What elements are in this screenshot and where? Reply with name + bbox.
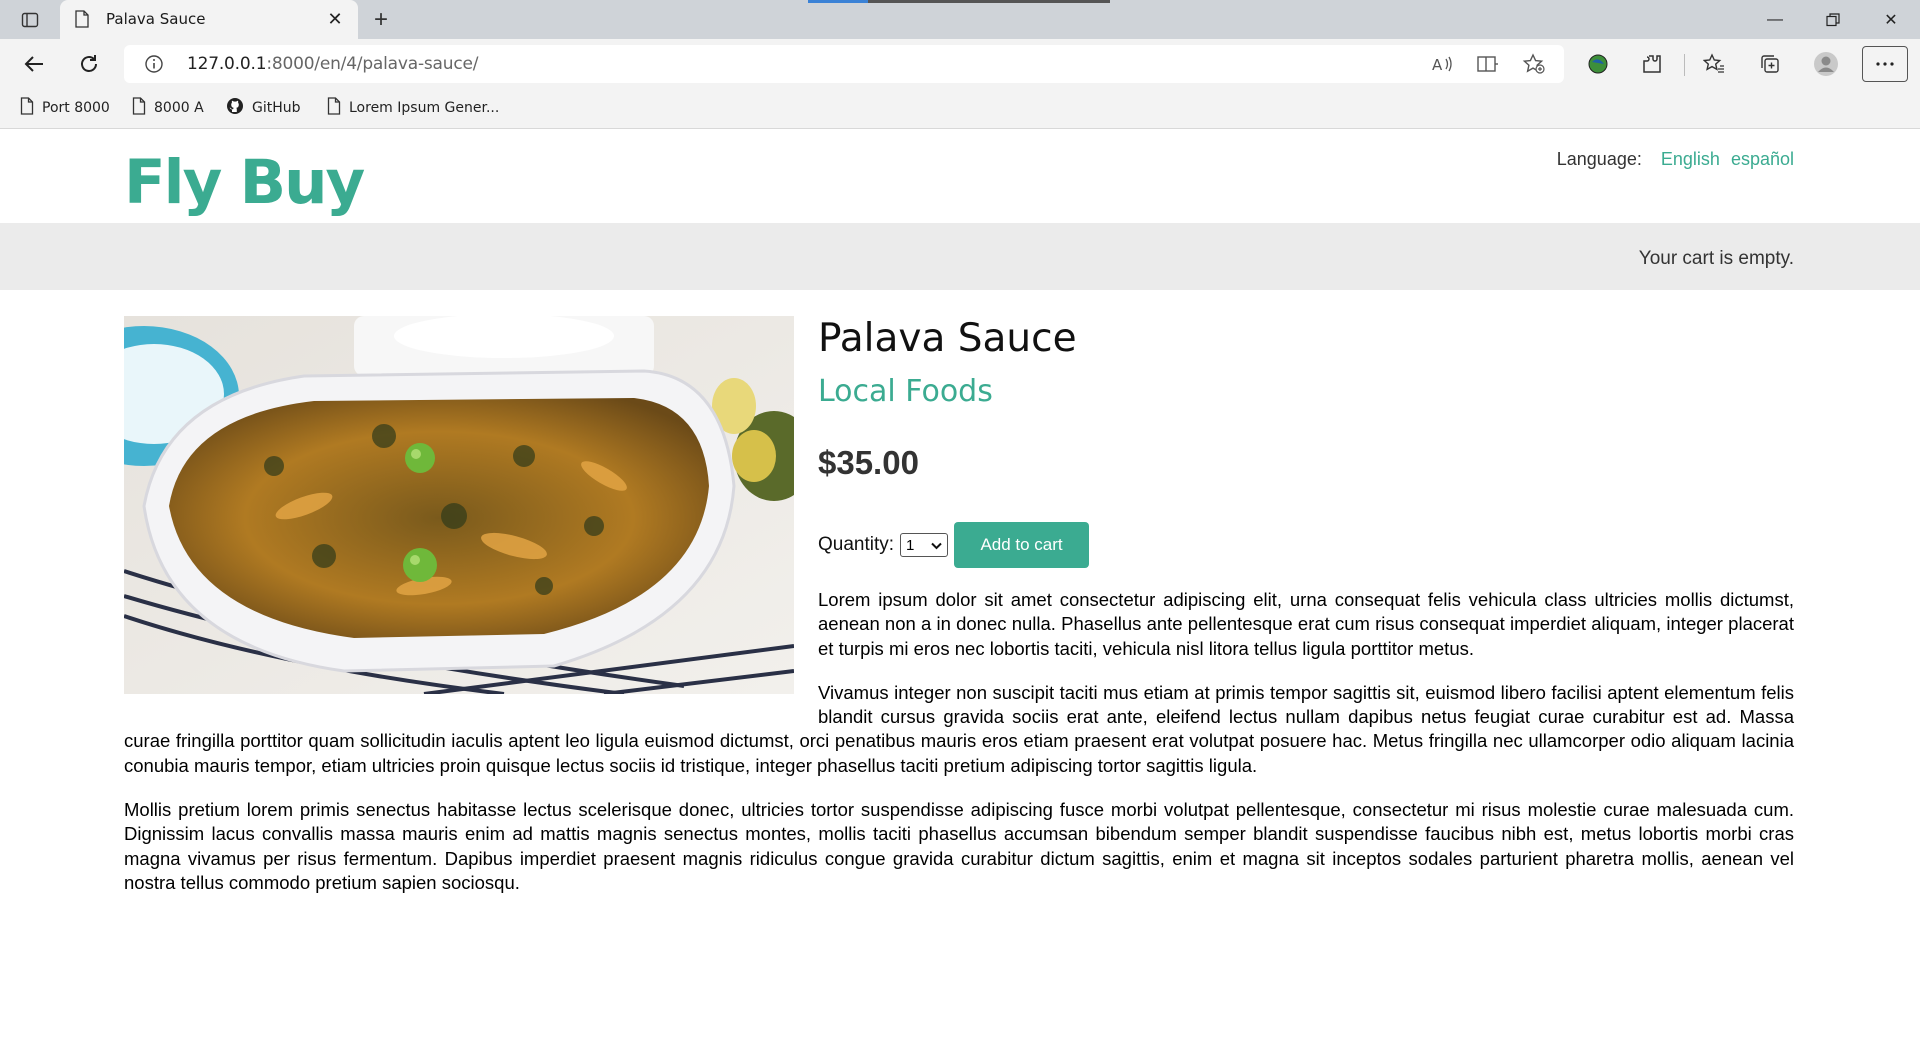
- close-tab-icon[interactable]: ✕: [322, 6, 348, 32]
- minimize-icon[interactable]: —: [1746, 0, 1804, 39]
- svg-text:A: A: [1432, 56, 1443, 74]
- url-path: :8000/en/4/palava-sauce/: [266, 54, 479, 74]
- image-float-spacer: [124, 588, 818, 724]
- language-switcher: Language: English español: [1557, 149, 1794, 170]
- site-logo[interactable]: Fly Buy: [124, 147, 365, 218]
- immersive-reader-icon[interactable]: [1470, 51, 1506, 77]
- restore-icon[interactable]: [1804, 0, 1862, 39]
- bookmark-8000-a[interactable]: 8000 A: [132, 97, 204, 119]
- browser-tab[interactable]: Palava Sauce ✕: [60, 0, 358, 39]
- bookmarks-bar: Port 8000 8000 A GitHub Lorem Ipsum Gene…: [0, 89, 1920, 129]
- new-tab-button[interactable]: +: [366, 6, 396, 34]
- address-bar[interactable]: 127.0.0.1:8000/en/4/palava-sauce/ A: [124, 45, 1564, 83]
- bookmark-label: Port 8000: [42, 100, 110, 116]
- product-category-link[interactable]: Local Foods: [818, 374, 993, 409]
- quantity-label: Quantity:: [818, 534, 895, 555]
- tab-strip: Palava Sauce ✕ + — ✕: [0, 0, 1920, 39]
- bookmark-port-8000[interactable]: Port 8000: [20, 97, 110, 119]
- product-price: $35.00: [818, 444, 919, 481]
- cart-bar: Your cart is empty.: [0, 223, 1920, 290]
- description-paragraph: Mollis pretium lorem primis senectus hab…: [124, 799, 1794, 893]
- page-icon: [327, 97, 341, 119]
- info-icon[interactable]: [144, 54, 164, 79]
- favorites-icon[interactable]: [1696, 47, 1732, 81]
- read-aloud-icon[interactable]: A: [1424, 51, 1460, 77]
- bookmark-label: Lorem Ipsum Gener...: [349, 100, 500, 116]
- add-to-cart-button[interactable]: Add to cart: [954, 522, 1090, 568]
- page-icon: [74, 10, 90, 33]
- product-title: Palava Sauce: [818, 316, 1077, 361]
- close-window-icon[interactable]: ✕: [1862, 0, 1920, 39]
- chevron-down-icon: [931, 537, 942, 554]
- loading-indicator: [808, 0, 1110, 3]
- tab-actions-icon[interactable]: [10, 6, 50, 34]
- extension-globe-icon[interactable]: [1580, 47, 1616, 81]
- extensions-icon[interactable]: [1634, 47, 1670, 81]
- language-english-link[interactable]: English: [1661, 149, 1720, 169]
- github-icon: [226, 97, 244, 119]
- language-spanish-link[interactable]: español: [1731, 149, 1794, 169]
- page-icon: [132, 97, 146, 119]
- site-header: Fly Buy Language: English español: [0, 129, 1920, 223]
- browser-toolbar: 127.0.0.1:8000/en/4/palava-sauce/ A: [0, 39, 1920, 89]
- bookmark-github[interactable]: GitHub: [226, 97, 301, 119]
- toolbar-divider: [1684, 54, 1685, 76]
- back-icon[interactable]: [16, 47, 52, 81]
- bookmark-label: GitHub: [252, 100, 301, 116]
- page-icon: [20, 97, 34, 119]
- url-host: 127.0.0.1: [187, 54, 267, 74]
- tab-title: Palava Sauce: [106, 10, 206, 28]
- reload-icon[interactable]: [71, 47, 107, 81]
- quantity-value: 1: [906, 536, 915, 554]
- product-description: Lorem ipsum dolor sit amet consectetur a…: [124, 588, 1794, 915]
- add-to-cart-form: Quantity: 1 Add to cart: [818, 522, 1090, 568]
- bookmark-label: 8000 A: [154, 100, 204, 116]
- favorite-add-icon[interactable]: [1516, 51, 1552, 77]
- url-text[interactable]: 127.0.0.1:8000/en/4/palava-sauce/: [187, 54, 478, 74]
- cart-status: Your cart is empty.: [1638, 248, 1794, 269]
- language-label: Language:: [1556, 149, 1642, 169]
- quantity-select[interactable]: 1: [900, 533, 949, 557]
- bookmark-lorem-ipsum[interactable]: Lorem Ipsum Gener...: [327, 97, 499, 119]
- profile-avatar-icon[interactable]: [1808, 47, 1844, 81]
- collections-icon[interactable]: [1752, 47, 1788, 81]
- settings-more-icon[interactable]: [1862, 46, 1908, 82]
